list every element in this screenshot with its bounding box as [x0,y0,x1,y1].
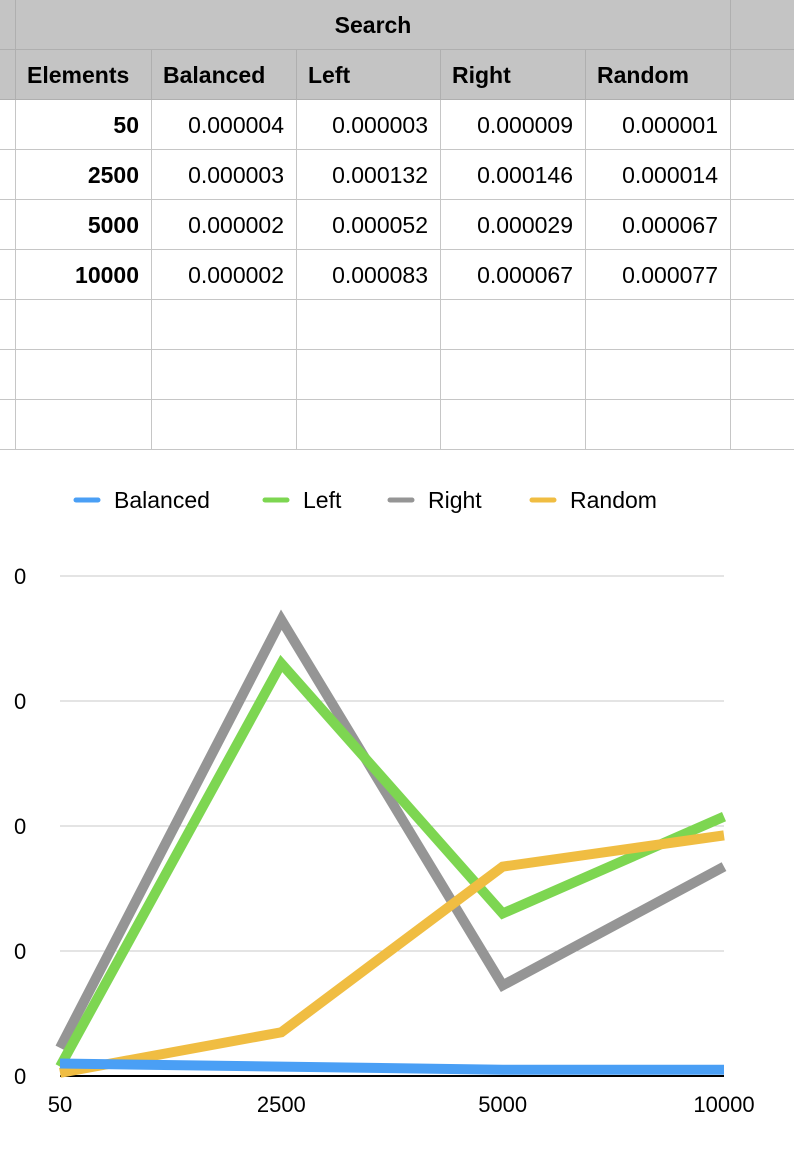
cell-right[interactable]: 0.000029 [441,200,586,250]
chart-legend[interactable]: Balanced Left Right Random [73,487,657,513]
empty-cell[interactable] [586,350,731,400]
row-gutter[interactable] [0,100,16,150]
empty-cell[interactable] [731,100,794,150]
y-tick-label: 0 [14,689,26,714]
table-title-row: Search [0,0,794,50]
line-chart[interactable]: Balanced Left Right Random 0 0 0 0 0 50 2500 5000… [0,460,794,1160]
empty-cell[interactable] [441,400,586,450]
empty-cell[interactable] [297,300,441,350]
x-tick-label: 2500 [257,1092,306,1117]
legend-label-random[interactable]: Random [570,487,657,513]
cell-balanced[interactable]: 0.000004 [152,100,297,150]
series-line-random[interactable] [59,830,725,1078]
y-tick-label: 0 [14,814,26,839]
empty-cell[interactable] [297,350,441,400]
table-title[interactable]: Search [16,0,731,50]
row-gutter[interactable] [0,350,16,400]
y-tick-label: 0 [14,564,26,589]
cell-elements[interactable]: 2500 [16,150,152,200]
cell-left[interactable]: 0.000083 [297,250,441,300]
x-axis-ticks: 50 2500 5000 10000 [48,1092,755,1117]
row-gutter[interactable] [0,400,16,450]
cell-balanced[interactable]: 0.000002 [152,200,297,250]
table-row: 10000 0.000002 0.000083 0.000067 0.00007… [0,250,794,300]
cell-random[interactable]: 0.000014 [586,150,731,200]
cell-random[interactable]: 0.000077 [586,250,731,300]
row-gutter[interactable] [0,0,16,50]
row-gutter[interactable] [0,300,16,350]
empty-cell[interactable] [152,350,297,400]
chart-series[interactable] [55,609,727,1078]
cell-right[interactable]: 0.000067 [441,250,586,300]
empty-cell[interactable] [152,400,297,450]
empty-cell[interactable] [586,300,731,350]
table-row: 50 0.000004 0.000003 0.000009 0.000001 [0,100,794,150]
empty-cell[interactable] [297,400,441,450]
y-axis-ticks: 0 0 0 0 0 [14,564,26,1089]
cell-left[interactable]: 0.000132 [297,150,441,200]
row-gutter[interactable] [0,150,16,200]
x-tick-label: 10000 [693,1092,754,1117]
y-tick-label: 0 [14,1064,26,1089]
y-tick-label: 0 [14,939,26,964]
empty-cell[interactable] [16,400,152,450]
cell-balanced[interactable]: 0.000002 [152,250,297,300]
chart-gridlines [60,575,724,1077]
cell-balanced[interactable]: 0.000003 [152,150,297,200]
empty-cell[interactable] [731,200,794,250]
empty-cell[interactable] [586,400,731,450]
header-elements[interactable]: Elements [16,50,152,100]
empty-cell[interactable] [731,400,794,450]
cell-right[interactable]: 0.000009 [441,100,586,150]
cell-elements[interactable]: 5000 [16,200,152,250]
empty-cell[interactable] [16,350,152,400]
legend-label-right[interactable]: Right [428,487,482,513]
cell-random[interactable]: 0.000001 [586,100,731,150]
cell-elements[interactable]: 10000 [16,250,152,300]
empty-cell[interactable] [731,250,794,300]
empty-cell[interactable] [731,0,794,50]
cell-left[interactable]: 0.000052 [297,200,441,250]
table-row: 5000 0.000002 0.000052 0.000029 0.000067 [0,200,794,250]
empty-cell[interactable] [731,350,794,400]
empty-cell[interactable] [731,300,794,350]
cell-random[interactable]: 0.000067 [586,200,731,250]
cell-elements[interactable]: 50 [16,100,152,150]
series-line-balanced[interactable] [59,1058,724,1075]
empty-row [0,400,794,450]
header-row: Elements Balanced Left Right Random [0,50,794,100]
x-tick-label: 50 [48,1092,72,1117]
empty-cell[interactable] [441,350,586,400]
cell-left[interactable]: 0.000003 [297,100,441,150]
table-row: 2500 0.000003 0.000132 0.000146 0.000014 [0,150,794,200]
empty-row [0,350,794,400]
header-right[interactable]: Right [441,50,586,100]
header-left[interactable]: Left [297,50,441,100]
row-gutter[interactable] [0,200,16,250]
empty-cell[interactable] [152,300,297,350]
legend-label-balanced[interactable]: Balanced [114,487,210,513]
legend-label-left[interactable]: Left [303,487,342,513]
empty-cell[interactable] [731,150,794,200]
header-balanced[interactable]: Balanced [152,50,297,100]
cell-right[interactable]: 0.000146 [441,150,586,200]
row-gutter[interactable] [0,250,16,300]
x-tick-label: 5000 [478,1092,527,1117]
header-random[interactable]: Random [586,50,731,100]
empty-row [0,300,794,350]
empty-cell[interactable] [731,50,794,100]
empty-cell[interactable] [441,300,586,350]
series-line-right[interactable] [55,609,727,1051]
row-gutter[interactable] [0,50,16,100]
empty-cell[interactable] [16,300,152,350]
